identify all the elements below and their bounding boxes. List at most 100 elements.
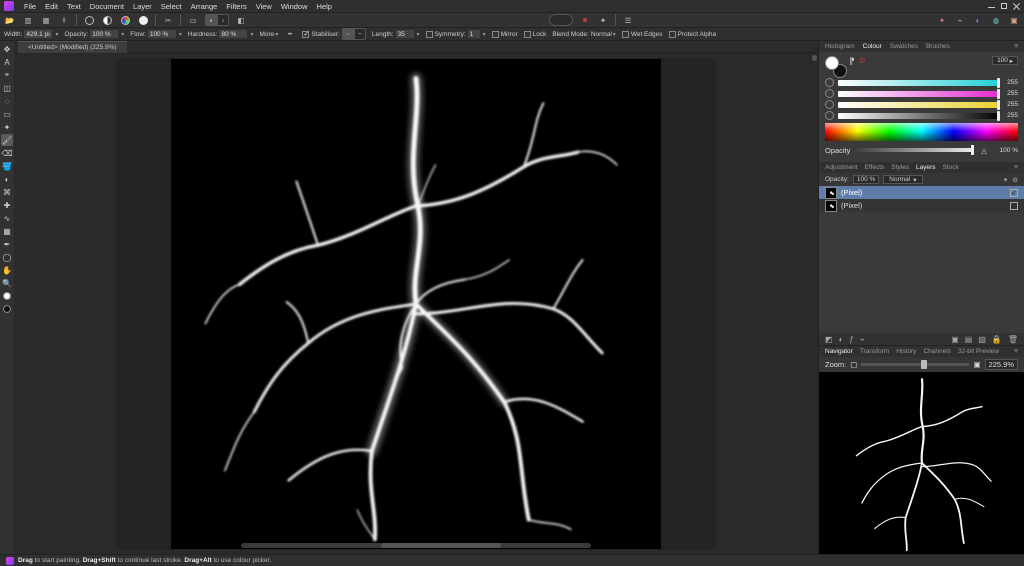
flow-input[interactable] <box>148 30 176 38</box>
menu-window[interactable]: Window <box>281 2 308 11</box>
healing-tool-icon[interactable]: ✚ <box>1 199 13 211</box>
layer-name[interactable]: (Pixel) <box>841 188 862 197</box>
menu-document[interactable]: Document <box>90 2 124 11</box>
eraser-tool-icon[interactable]: ⌫ <box>1 147 13 159</box>
autocontrast-icon[interactable] <box>101 14 113 26</box>
clone-tool-icon[interactable]: ⌘ <box>1 186 13 198</box>
layer-fx-icon[interactable]: ✦ <box>1003 176 1008 184</box>
brush-opacity-field[interactable]: Opacity: <box>64 30 124 38</box>
layer-visible-checkbox[interactable] <box>1010 202 1018 210</box>
menu-layer[interactable]: Layer <box>133 2 152 11</box>
menu-select[interactable]: Select <box>161 2 182 11</box>
persona-liquify-icon[interactable]: ⌁ <box>954 14 966 26</box>
layer-name[interactable]: (Pixel) <box>841 201 862 210</box>
blur-tool-icon[interactable]: ∿ <box>1 212 13 224</box>
primary-colour-icon[interactable] <box>825 56 839 70</box>
lock-layer-icon[interactable]: 🔒 <box>992 335 1002 344</box>
layer-opacity-value[interactable]: 100 % <box>853 175 879 184</box>
window-close-icon[interactable] <box>1013 3 1020 10</box>
slider-cyan[interactable]: 255 <box>825 78 1018 87</box>
quickmask-toggle[interactable]: ▪▫ <box>205 14 229 26</box>
panel-menu-icon[interactable]: ≡ <box>1014 348 1018 355</box>
add-layer-icon[interactable]: ▤ <box>965 335 973 344</box>
flood-select-icon[interactable]: ✦ <box>1 121 13 133</box>
tab-adjustment[interactable]: Adjustment <box>825 164 858 171</box>
artistic-text-tool-icon[interactable]: A <box>1 56 13 68</box>
adjustment-layer-icon[interactable]: ◐ <box>839 335 844 344</box>
marquee-tool-icon[interactable]: ▭ <box>1 108 13 120</box>
clip-layer-icon[interactable]: ▧ <box>978 335 986 344</box>
tab-navigator[interactable]: Navigator <box>825 348 853 355</box>
tab-channels[interactable]: Channels <box>923 348 950 355</box>
tab-history[interactable]: History <box>896 348 916 355</box>
brush-hardness-field[interactable]: Hardness: <box>188 30 254 38</box>
slider-black[interactable]: 255 <box>825 111 1018 120</box>
menu-text[interactable]: Text <box>67 2 81 11</box>
length-input[interactable] <box>396 30 414 38</box>
menu-help[interactable]: Help <box>317 2 332 11</box>
mask-layer-icon[interactable]: ◩ <box>825 335 833 344</box>
symmetry-field[interactable]: Symmetry: <box>426 30 486 38</box>
eyedropper-icon[interactable]: ⁋ <box>849 56 855 67</box>
persona-export-icon[interactable]: ▣ <box>1008 14 1020 26</box>
pressure-size-icon[interactable]: ✒ <box>284 28 296 40</box>
menu-file[interactable]: File <box>24 2 36 11</box>
autowb-icon[interactable] <box>137 14 149 26</box>
layer-settings-icon[interactable]: ⚙ <box>1012 176 1018 184</box>
opacity-input[interactable] <box>90 30 118 38</box>
length-field[interactable]: Length: <box>372 30 420 38</box>
dodge-tool-icon[interactable]: ◐ <box>1 173 13 185</box>
share-icon[interactable]: ⇪ <box>58 14 70 26</box>
tab-32bit[interactable]: 32-bit Preview <box>958 348 999 355</box>
zoom-slider[interactable] <box>861 363 969 366</box>
tint-percent[interactable]: 100 ▸ <box>992 56 1018 65</box>
grid-icon[interactable]: ▦ <box>40 14 52 26</box>
stabiliser-field[interactable]: Stabiliser: ~⎯ <box>302 28 366 40</box>
tab-colour[interactable]: Colour <box>863 43 882 50</box>
symmetry-input[interactable] <box>468 30 480 38</box>
paintbrush-tool-icon[interactable]: 🖌 <box>1 134 13 146</box>
scrollbar-thumb[interactable] <box>381 543 501 548</box>
tab-styles[interactable]: Styles <box>891 164 909 171</box>
refine-icon[interactable]: ◧ <box>235 14 247 26</box>
menu-filters[interactable]: Filters <box>226 2 246 11</box>
hardness-input[interactable] <box>219 30 247 38</box>
delete-layer-icon[interactable]: 🗑 <box>1008 335 1018 344</box>
layer-visible-checkbox[interactable] <box>1010 189 1018 197</box>
persona-photo-icon[interactable]: ✦ <box>936 14 948 26</box>
menu-arrange[interactable]: Arrange <box>191 2 218 11</box>
swatch-bg-icon[interactable] <box>1 303 13 315</box>
tab-brushes[interactable]: Brushes <box>926 43 950 50</box>
layer-row[interactable]: (Pixel) <box>819 186 1024 199</box>
brush-flow-field[interactable]: Flow: <box>130 30 182 38</box>
more-button[interactable]: More <box>259 31 278 38</box>
autolevels-icon[interactable] <box>83 14 95 26</box>
menu-edit[interactable]: Edit <box>45 2 58 11</box>
menu-view[interactable]: View <box>256 2 272 11</box>
zoom-value[interactable]: 225.9% <box>985 359 1018 370</box>
tab-layers[interactable]: Layers <box>916 164 936 171</box>
document-tab[interactable]: <Untitled> (Modified) (225.9%) <box>18 41 127 53</box>
crop-tool-icon[interactable]: ◫ <box>1 82 13 94</box>
colour-swatch-pair[interactable]: ⁋ ⊘ 100 ▸ <box>825 56 1018 76</box>
symmetry-checkbox[interactable] <box>426 31 433 38</box>
crop-icon[interactable]: ✂ <box>162 14 174 26</box>
zoom-tool-icon[interactable]: 🔍 <box>1 277 13 289</box>
live-filter-icon[interactable]: ⌁ <box>860 335 865 344</box>
blendmode-value[interactable]: Normal <box>591 31 616 38</box>
viewport[interactable] <box>14 53 818 554</box>
lock-checkbox[interactable] <box>524 31 531 38</box>
move-tool-icon[interactable]: ✥ <box>1 43 13 55</box>
fill-tool-icon[interactable]: 🪣 <box>1 160 13 172</box>
shape-tool-icon[interactable]: ◯ <box>1 251 13 263</box>
window-minimize-icon[interactable] <box>988 1 995 8</box>
tab-transform[interactable]: Transform <box>860 348 889 355</box>
layer-blendmode[interactable]: Normal▾ <box>883 175 922 184</box>
no-colour-icon[interactable]: ⊘ <box>859 56 866 65</box>
blendmode-field[interactable]: Blend Mode: Normal <box>552 31 615 38</box>
view-tool-icon[interactable]: ✋ <box>1 264 13 276</box>
slider-magenta[interactable]: 255 <box>825 89 1018 98</box>
snapping-pill[interactable] <box>549 14 573 26</box>
colour-picker-tool-icon[interactable]: ⌖ <box>1 69 13 81</box>
protectalpha-checkbox[interactable] <box>669 31 676 38</box>
